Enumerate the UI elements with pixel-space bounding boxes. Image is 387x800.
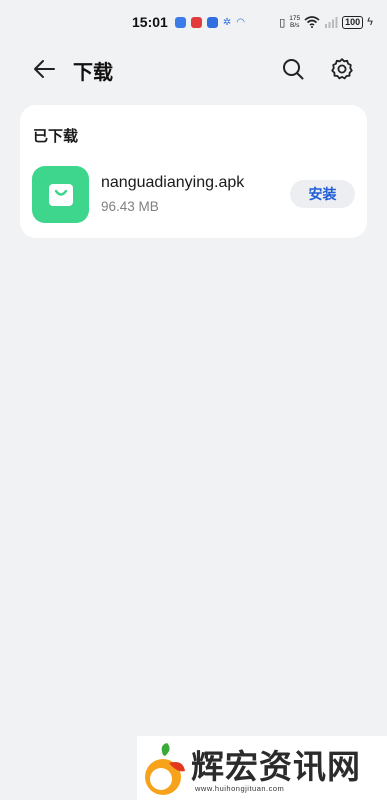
wifi-icon	[304, 16, 320, 28]
notification-sync-icon: ◠	[236, 16, 245, 28]
file-size: 96.43 MB	[101, 199, 159, 214]
notification-app-icon	[206, 16, 218, 28]
notification-gear-icon: ✲	[222, 16, 232, 28]
vibrate-icon: ▯	[279, 16, 286, 29]
watermark-title: 辉宏资讯网	[191, 747, 361, 786]
back-button[interactable]	[28, 54, 60, 84]
status-bar: 15:01 ✲ ◠ ▯ 175 B/s 100 ϟ	[0, 0, 387, 44]
notification-app-icon	[174, 16, 186, 28]
file-name: nanguadianying.apk	[101, 174, 245, 191]
status-right: ▯ 175 B/s 100 ϟ	[279, 15, 373, 29]
status-time: 15:01	[132, 14, 168, 30]
screen: 15:01 ✲ ◠ ▯ 175 B/s 100 ϟ 下载 已下载 nanguad…	[0, 0, 387, 800]
shopping-bag-icon	[48, 183, 73, 206]
settings-button[interactable]	[326, 54, 358, 84]
network-speed-unit: B/s	[290, 22, 300, 29]
back-arrow-icon	[34, 60, 55, 78]
signal-icon	[325, 17, 338, 28]
battery-indicator: 100	[342, 15, 364, 29]
search-button[interactable]	[277, 54, 309, 84]
download-item[interactable]: nanguadianying.apk 96.43 MB 安装	[20, 163, 367, 225]
watermark-url: www.huihongjituan.com	[195, 784, 285, 793]
app-header: 下载	[0, 44, 387, 94]
gear-icon	[331, 58, 353, 80]
page-title: 下载	[73, 62, 113, 84]
search-icon	[283, 59, 304, 80]
downloads-card: 已下载 nanguadianying.apk 96.43 MB 安装	[20, 105, 367, 238]
install-button[interactable]: 安装	[290, 180, 355, 208]
network-speed: 175 B/s	[289, 15, 300, 29]
network-speed-value: 175	[289, 15, 301, 22]
notification-app-icon	[190, 16, 202, 28]
status-left: 15:01 ✲ ◠	[132, 14, 245, 30]
watermark: 辉宏资讯网 www.huihongjituan.com	[137, 736, 387, 800]
apk-app-icon	[32, 166, 89, 223]
charging-icon: ϟ	[367, 16, 373, 28]
section-title-downloaded: 已下载	[33, 128, 79, 145]
orange-logo-icon	[145, 743, 185, 795]
